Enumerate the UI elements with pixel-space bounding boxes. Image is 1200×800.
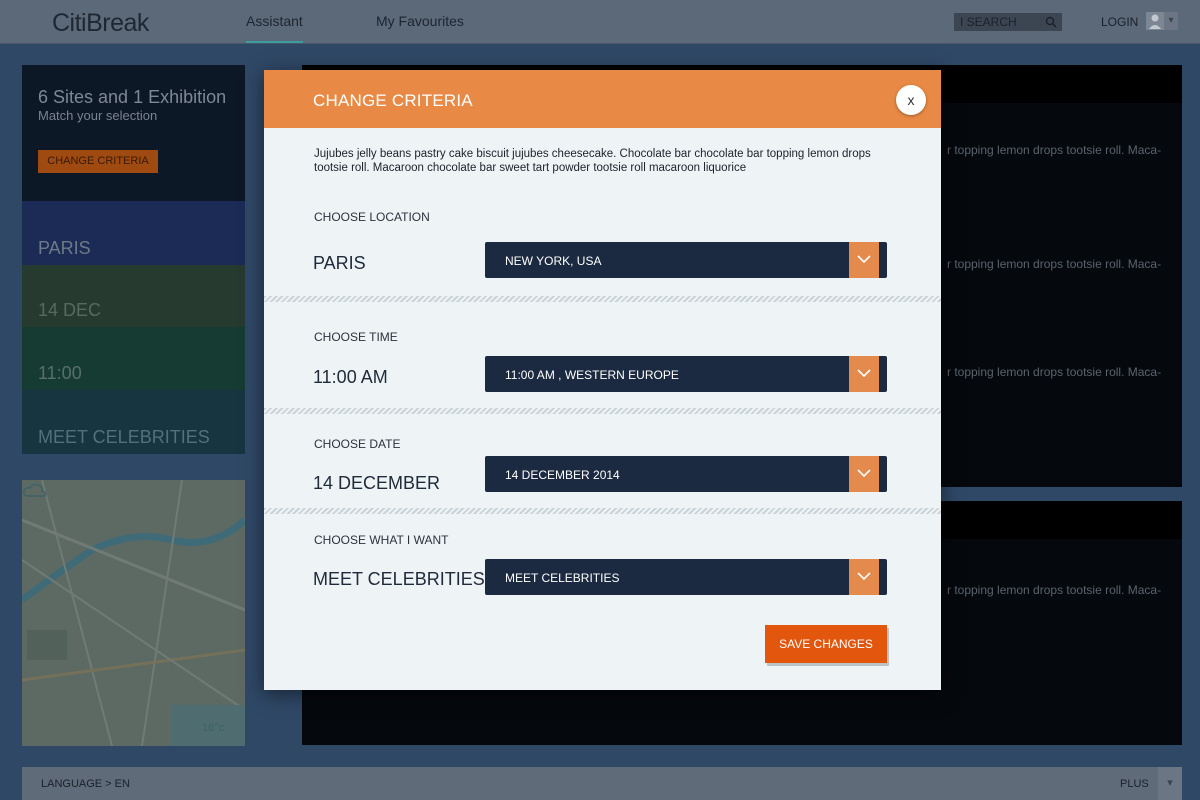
result-snippet: r topping lemon drops tootsie roll. Maca… (947, 257, 1162, 271)
chevron-down-icon[interactable]: ▾ (1158, 767, 1182, 800)
section-divider (264, 508, 941, 514)
chevron-down-icon[interactable] (849, 356, 879, 392)
footer-bar: LANGUAGE > EN PLUS ▾ (22, 767, 1182, 800)
change-criteria-button[interactable]: CHANGE CRITERIA (38, 150, 158, 173)
partly-cloudy-icon (23, 483, 47, 497)
chevron-down-icon[interactable] (849, 456, 879, 492)
date-label: CHOOSE DATE (314, 437, 401, 451)
location-current-value: PARIS (313, 253, 366, 273)
criterion-time[interactable]: 11:00 (22, 327, 245, 390)
section-divider (264, 408, 941, 414)
search-icon (1045, 16, 1057, 28)
dialog-title: CHANGE CRITERIA (313, 91, 473, 110)
activity-select[interactable]: MEET CELEBRITIES (485, 559, 887, 595)
time-label: CHOOSE TIME (314, 330, 398, 344)
app-logo[interactable]: CitiBreak (52, 9, 149, 38)
tab-my-favourites[interactable]: My Favourites (376, 13, 464, 29)
search-input[interactable]: I SEARCH (954, 13, 1062, 31)
results-summary: 6 Sites and 1 Exhibition Match your sele… (22, 65, 245, 201)
save-changes-button[interactable]: SAVE CHANGES (765, 625, 887, 663)
login-link[interactable]: LOGIN (1101, 15, 1138, 29)
city-map[interactable]: 16°c (22, 480, 245, 746)
time-select-value: 11:00 AM , WESTERN EUROPE (505, 368, 679, 382)
summary-subtitle: Match your selection (38, 108, 158, 123)
criterion-location[interactable]: PARIS (22, 201, 245, 265)
chevron-down-icon[interactable] (849, 559, 879, 595)
location-select-value: NEW YORK, USA (505, 254, 602, 268)
dialog-intro-text: Jujubes jelly beans pastry cake biscuit … (314, 148, 871, 174)
activity-current-value: MEET CELEBRITIES (313, 569, 485, 589)
top-bar: CitiBreak Assistant My Favourites I SEAR… (0, 0, 1200, 44)
location-label: CHOOSE LOCATION (314, 210, 430, 224)
activity-select-value: MEET CELEBRITIES (505, 571, 620, 585)
location-select[interactable]: NEW YORK, USA (485, 242, 887, 278)
date-current-value: 14 DECEMBER (313, 473, 441, 493)
weather-temperature: 16°c (202, 722, 225, 734)
chevron-down-icon[interactable] (849, 242, 879, 278)
search-label: I SEARCH (960, 15, 1017, 29)
date-select[interactable]: 14 DECEMBER 2014 (485, 456, 887, 492)
result-snippet: r topping lemon drops tootsie roll. Maca… (947, 583, 1162, 597)
dialog-header: CHANGE CRITERIA x (264, 70, 941, 128)
activity-label: CHOOSE WHAT I WANT (314, 533, 449, 547)
change-criteria-dialog: CHANGE CRITERIA x Jujubes jelly beans pa… (264, 70, 941, 690)
time-current-value: 11:00 AM (313, 367, 388, 387)
language-selector[interactable]: LANGUAGE > EN (41, 778, 130, 790)
section-divider (264, 296, 941, 302)
date-select-value: 14 DECEMBER 2014 (505, 468, 620, 482)
time-select[interactable]: 11:00 AM , WESTERN EUROPE (485, 356, 887, 392)
tab-assistant[interactable]: Assistant (246, 13, 303, 43)
criterion-date[interactable]: 14 DEC (22, 265, 245, 327)
close-button[interactable]: x (896, 85, 926, 115)
criterion-activity[interactable]: MEET CELEBRITIES (22, 390, 245, 454)
summary-title: 6 Sites and 1 Exhibition (38, 87, 227, 107)
user-avatar-icon[interactable] (1146, 12, 1164, 30)
result-snippet: r topping lemon drops tootsie roll. Maca… (947, 143, 1162, 157)
map-graphic (22, 480, 245, 746)
chevron-down-icon[interactable]: ▾ (1164, 12, 1178, 30)
plus-menu[interactable]: PLUS (1120, 778, 1149, 790)
result-snippet: r topping lemon drops tootsie roll. Maca… (947, 365, 1162, 379)
